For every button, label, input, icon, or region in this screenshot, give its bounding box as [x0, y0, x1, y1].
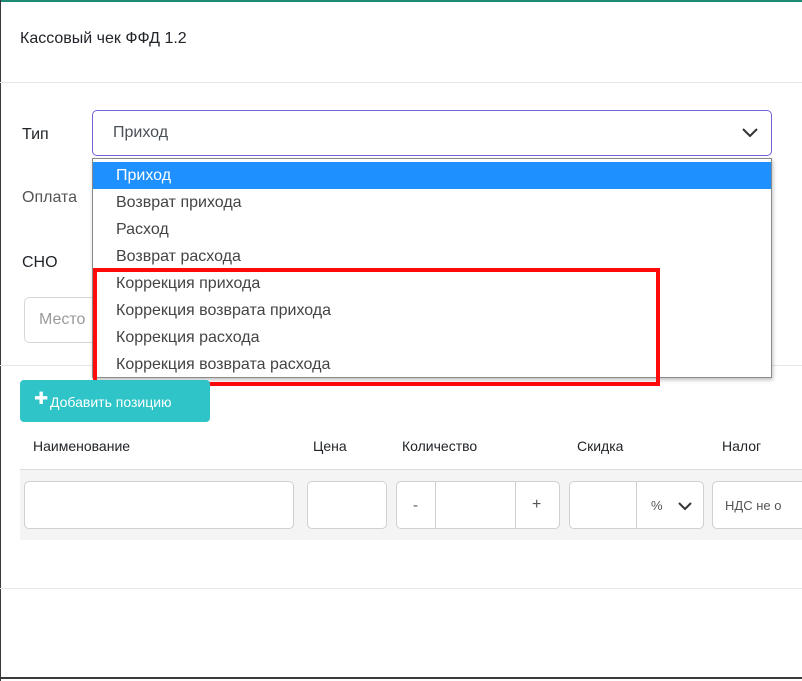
type-select[interactable]: Приход — [92, 110, 772, 156]
modal-title: Кассовый чек ФФД 1.2 — [20, 30, 187, 47]
quantity-input[interactable] — [435, 481, 516, 529]
chevron-down-icon — [678, 502, 692, 511]
column-tax: Налог — [722, 438, 762, 454]
option-vozvrat-rashoda[interactable]: Возврат расхода — [93, 243, 771, 270]
column-discount: Скидка — [577, 438, 624, 454]
left-border — [0, 0, 1, 681]
quantity-plus-button[interactable]: + — [515, 481, 560, 529]
bottom-border — [0, 677, 802, 679]
plus-icon: ✚ — [34, 389, 49, 408]
option-korrekciya-vozvrata-rashoda[interactable]: Коррекция возврата расхода — [93, 351, 771, 378]
item-name-input[interactable] — [24, 481, 294, 529]
option-korrekciya-vozvrata-prihoda[interactable]: Коррекция возврата прихода — [93, 297, 771, 324]
sno-label: СНО — [22, 254, 58, 271]
option-vozvrat-prihoda[interactable]: Возврат прихода — [93, 189, 771, 216]
type-select-value: Приход — [113, 124, 169, 141]
header-divider — [0, 82, 802, 83]
option-rashod[interactable]: Расход — [93, 216, 771, 243]
type-label: Тип — [22, 126, 49, 143]
type-dropdown-list: Приход Возврат прихода Расход Возврат ра… — [92, 158, 772, 378]
item-price-input[interactable] — [307, 481, 387, 529]
chevron-down-icon — [742, 128, 758, 138]
minus-label: - — [413, 497, 418, 514]
tax-select-value: НДС не о — [725, 498, 782, 513]
add-position-button[interactable]: ✚ Добавить позицию — [20, 380, 210, 422]
location-placeholder: Место — [39, 311, 86, 328]
discount-unit-label: % — [651, 498, 663, 513]
quantity-minus-button[interactable]: - — [396, 481, 436, 529]
payment-label: Оплата — [22, 189, 78, 206]
tax-select[interactable]: НДС не о — [712, 481, 802, 529]
plus-label: + — [532, 496, 542, 513]
footer-divider — [0, 588, 802, 589]
option-prihod[interactable]: Приход — [93, 162, 771, 189]
option-korrekciya-prihoda[interactable]: Коррекция прихода — [93, 270, 771, 297]
add-position-label: Добавить позицию — [50, 394, 172, 410]
column-name: Наименование — [33, 438, 131, 454]
top-accent-line — [0, 0, 802, 2]
column-price: Цена — [313, 438, 347, 454]
discount-unit-select[interactable]: % — [636, 481, 704, 529]
option-korrekciya-rashoda[interactable]: Коррекция расхода — [93, 324, 771, 351]
discount-input[interactable] — [569, 481, 637, 529]
column-quantity: Количество — [402, 438, 478, 454]
